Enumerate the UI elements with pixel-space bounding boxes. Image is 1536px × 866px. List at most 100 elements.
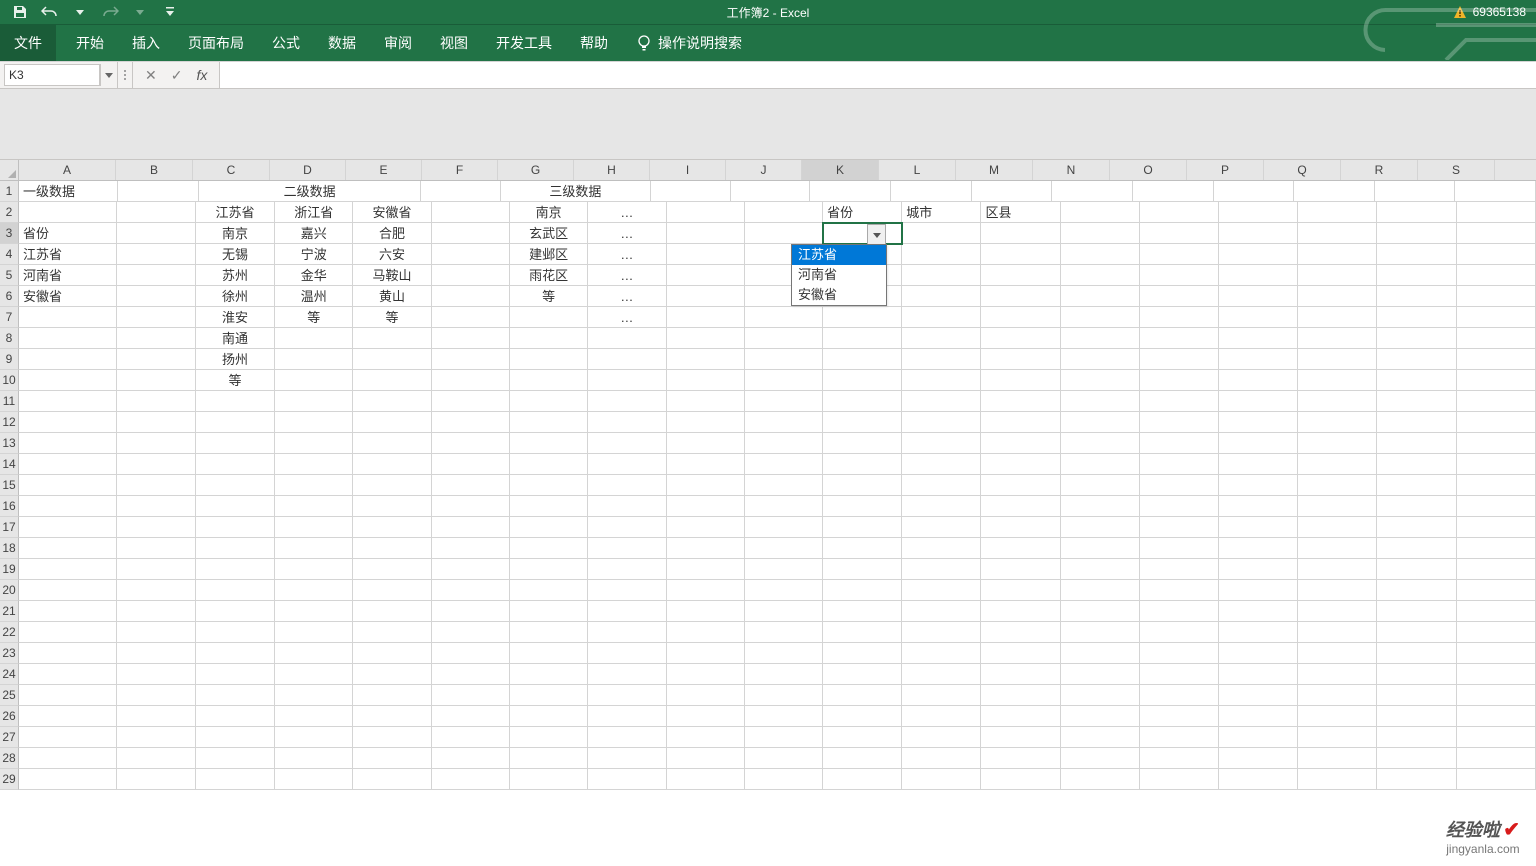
cell-M14[interactable] (981, 454, 1060, 475)
cell-I12[interactable] (667, 412, 745, 433)
cell-L7[interactable] (902, 307, 981, 328)
cell-J17[interactable] (745, 517, 823, 538)
cell-P2[interactable] (1219, 202, 1298, 223)
cell-K8[interactable] (823, 328, 902, 349)
cell-R15[interactable] (1377, 475, 1456, 496)
col-header-N[interactable]: N (1033, 160, 1110, 180)
cell-J8[interactable] (745, 328, 823, 349)
cell-N24[interactable] (1061, 664, 1140, 685)
cell-E10[interactable] (353, 370, 431, 391)
cell-N23[interactable] (1061, 643, 1140, 664)
cell-J10[interactable] (745, 370, 823, 391)
cell-L18[interactable] (902, 538, 981, 559)
cell-S20[interactable] (1457, 580, 1536, 601)
cell-D24[interactable] (275, 664, 353, 685)
cell-N9[interactable] (1061, 349, 1140, 370)
cell-D21[interactable] (275, 601, 353, 622)
cell-I8[interactable] (667, 328, 745, 349)
cell-K10[interactable] (823, 370, 902, 391)
cell-M7[interactable] (981, 307, 1060, 328)
cell-S24[interactable] (1457, 664, 1536, 685)
cell-M2[interactable]: 区县 (981, 202, 1060, 223)
cell-I19[interactable] (667, 559, 745, 580)
cell-R3[interactable] (1377, 223, 1456, 244)
cell-Q15[interactable] (1298, 475, 1377, 496)
cell-O17[interactable] (1140, 517, 1219, 538)
tab-insert[interactable]: 插入 (118, 25, 174, 61)
cell-N4[interactable] (1061, 244, 1140, 265)
cell-B12[interactable] (117, 412, 196, 433)
cell-A2[interactable] (19, 202, 117, 223)
cell-A19[interactable] (19, 559, 117, 580)
account-label[interactable]: 69365138 (1473, 5, 1526, 19)
cell-R14[interactable] (1377, 454, 1456, 475)
cell-N2[interactable] (1061, 202, 1140, 223)
cell-E20[interactable] (353, 580, 431, 601)
cell-R28[interactable] (1377, 748, 1456, 769)
cell-P3[interactable] (1219, 223, 1298, 244)
cell-R2[interactable] (1377, 202, 1456, 223)
cell-G29[interactable] (510, 769, 588, 790)
cell-K1[interactable] (810, 181, 891, 202)
cell-P16[interactable] (1219, 496, 1298, 517)
cell-E9[interactable] (353, 349, 431, 370)
cell-O28[interactable] (1140, 748, 1219, 769)
cell-J24[interactable] (745, 664, 823, 685)
cell-D26[interactable] (275, 706, 353, 727)
cell-S13[interactable] (1457, 433, 1536, 454)
cell-G26[interactable] (510, 706, 588, 727)
cell-Q14[interactable] (1298, 454, 1377, 475)
row-header-18[interactable]: 18 (0, 538, 19, 559)
cell-E19[interactable] (353, 559, 431, 580)
cell-B4[interactable] (117, 244, 196, 265)
cell-C22[interactable] (196, 622, 275, 643)
cell-F6[interactable] (432, 286, 510, 307)
cell-M11[interactable] (981, 391, 1060, 412)
cell-B5[interactable] (117, 265, 196, 286)
cell-H11[interactable] (588, 391, 666, 412)
tab-data[interactable]: 数据 (314, 25, 370, 61)
cell-K7[interactable] (823, 307, 902, 328)
cell-M12[interactable] (981, 412, 1060, 433)
cell-R1[interactable] (1375, 181, 1456, 202)
cell-J21[interactable] (745, 601, 823, 622)
cell-J16[interactable] (745, 496, 823, 517)
cell-S5[interactable] (1457, 265, 1536, 286)
cell-I16[interactable] (667, 496, 745, 517)
cell-R17[interactable] (1377, 517, 1456, 538)
cell-L13[interactable] (902, 433, 981, 454)
cell-C8[interactable]: 南通 (196, 328, 275, 349)
tab-formulas[interactable]: 公式 (258, 25, 314, 61)
cell-R24[interactable] (1377, 664, 1456, 685)
cell-O8[interactable] (1140, 328, 1219, 349)
cell-D23[interactable] (275, 643, 353, 664)
cell-M24[interactable] (981, 664, 1060, 685)
cell-A4[interactable]: 江苏省 (19, 244, 117, 265)
cell-L1[interactable] (891, 181, 972, 202)
cell-A15[interactable] (19, 475, 117, 496)
cell-K14[interactable] (823, 454, 902, 475)
cell-H14[interactable] (588, 454, 666, 475)
cell-L4[interactable] (902, 244, 981, 265)
cell-J11[interactable] (745, 391, 823, 412)
cell-L23[interactable] (902, 643, 981, 664)
cell-K26[interactable] (823, 706, 902, 727)
formula-bar-splitter[interactable] (118, 62, 133, 88)
cell-F4[interactable] (432, 244, 510, 265)
cell-Q19[interactable] (1298, 559, 1377, 580)
cell-P21[interactable] (1219, 601, 1298, 622)
cell-N20[interactable] (1061, 580, 1140, 601)
row-header-8[interactable]: 8 (0, 328, 19, 349)
cell-H12[interactable] (588, 412, 666, 433)
cell-D20[interactable] (275, 580, 353, 601)
cell-O12[interactable] (1140, 412, 1219, 433)
cell-P26[interactable] (1219, 706, 1298, 727)
cell-B11[interactable] (117, 391, 196, 412)
cell-E26[interactable] (353, 706, 431, 727)
cell-Q13[interactable] (1298, 433, 1377, 454)
cell-E8[interactable] (353, 328, 431, 349)
cell-O26[interactable] (1140, 706, 1219, 727)
cell-K3[interactable] (823, 223, 902, 244)
cell-D27[interactable] (275, 727, 353, 748)
cell-K23[interactable] (823, 643, 902, 664)
